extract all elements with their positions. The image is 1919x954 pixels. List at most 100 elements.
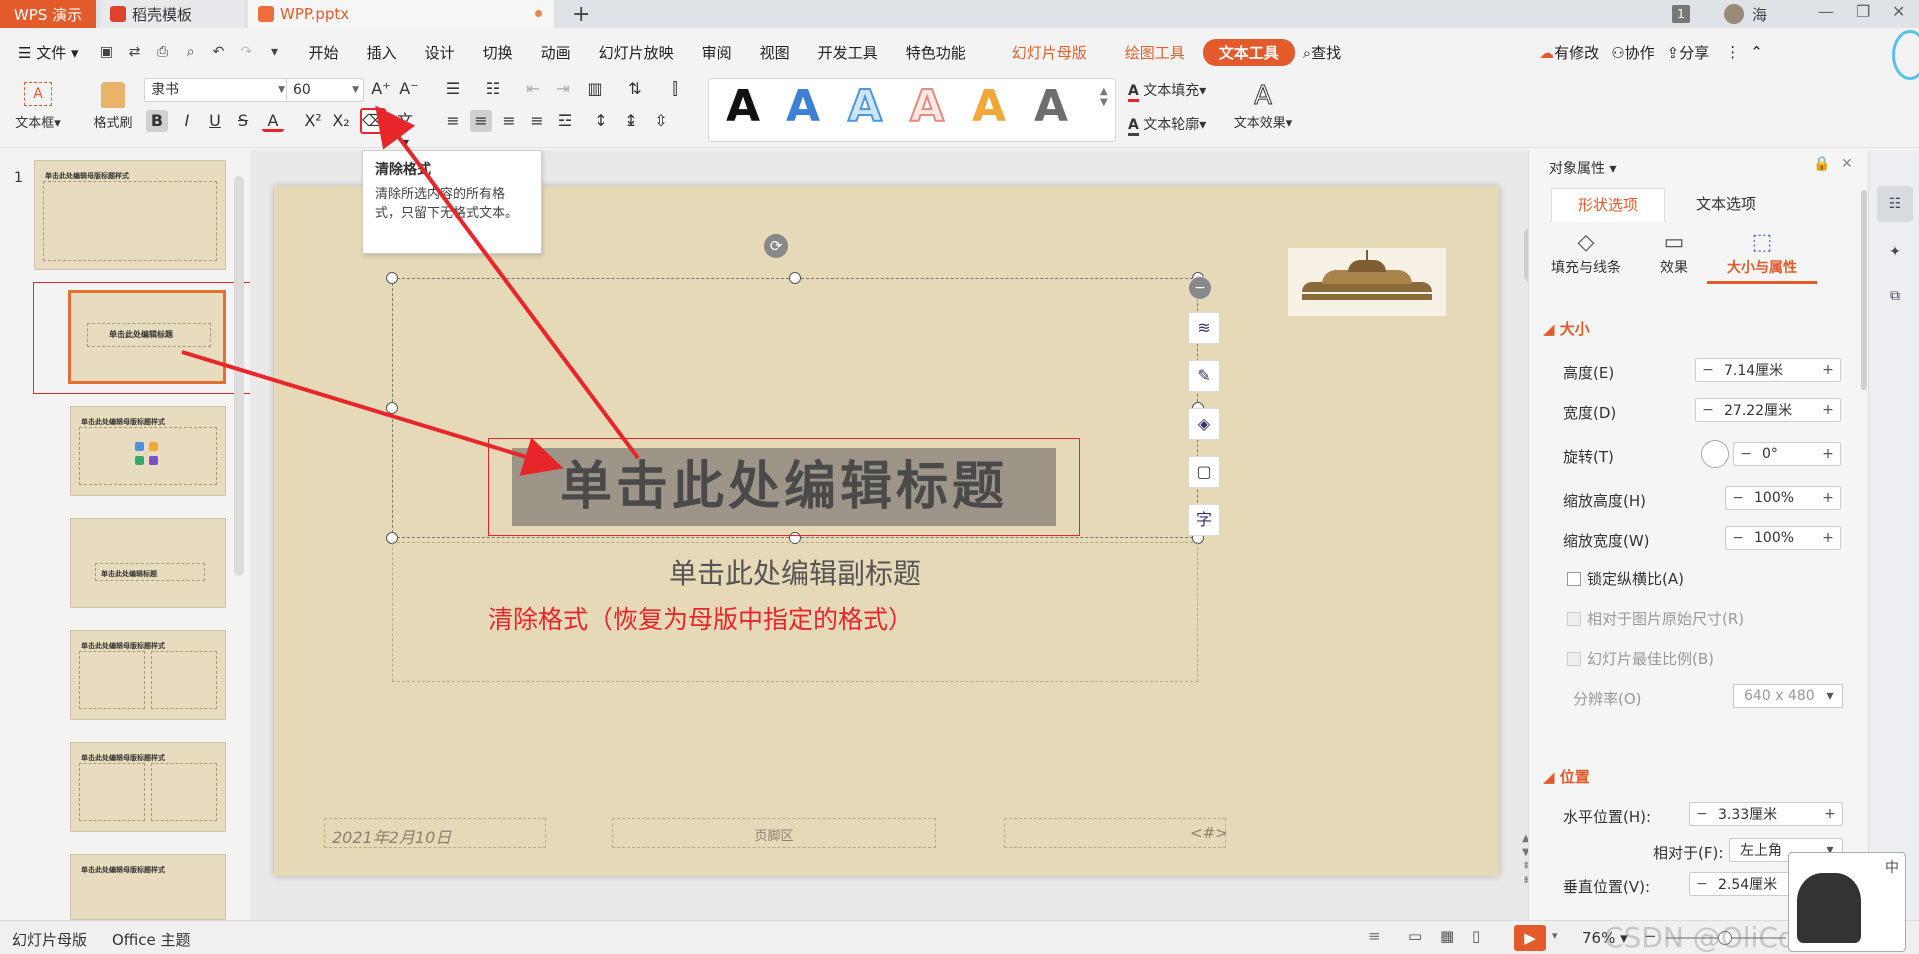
clear-format-button[interactable]: ⌫ [360, 108, 386, 134]
relative-original-checkbox[interactable]: 相对于图片原始尺寸(R) [1567, 608, 1744, 629]
increase-indent-icon[interactable]: ⇥ [552, 78, 574, 100]
menu-slideshow[interactable]: 幻灯片放映 [585, 42, 688, 63]
customize-toolbar-icon[interactable]: ▾ [266, 43, 284, 61]
columns-icon[interactable]: ▥ [584, 78, 606, 100]
resize-handle-tl[interactable] [386, 272, 398, 284]
collapse-tool-icon[interactable]: − [1188, 276, 1212, 300]
tab-text-options[interactable]: 文本选项 [1669, 188, 1783, 222]
tab-wps-app[interactable]: WPS 演示 [0, 0, 96, 28]
print-icon[interactable]: ⎙ [154, 43, 172, 61]
outline-tool-icon[interactable]: ▢ [1188, 456, 1220, 488]
panel-title[interactable]: 对象属性 ▾ [1549, 158, 1616, 178]
menu-developer[interactable]: 开发工具 [804, 42, 892, 63]
align-text-icon[interactable]: ⫿ [664, 78, 686, 100]
tab-template[interactable]: 稻壳模板 [100, 0, 244, 28]
menu-transition[interactable]: 切换 [469, 42, 527, 63]
restore-button[interactable]: ❐ [1856, 2, 1870, 21]
wordart-style-blue[interactable]: A [776, 82, 830, 132]
thumbnail-layout-5[interactable]: 单击此处编辑母版标题样式 [70, 630, 226, 720]
thumbnail-layout-4[interactable]: 单击此处编辑标题 [70, 518, 226, 608]
strikethrough-button[interactable]: S [232, 110, 254, 132]
resize-handle-l[interactable] [386, 402, 398, 414]
hpos-input[interactable]: −3.33厘米 + [1689, 802, 1843, 826]
status-mode[interactable]: 幻灯片母版 [12, 929, 87, 950]
close-window-button[interactable]: ✕ [1892, 2, 1905, 21]
size-props-subtab[interactable]: ⬚ 大小与属性 [1707, 230, 1817, 284]
increase-font-icon[interactable]: A⁺ [370, 78, 392, 100]
panel-scrollbar[interactable] [1861, 190, 1867, 390]
properties-icon[interactable]: ☷ [1877, 186, 1913, 222]
align-right-icon[interactable]: ≡ [498, 110, 520, 132]
notes-icon[interactable]: ≡ [1368, 927, 1381, 945]
slide-subtitle[interactable]: 单击此处编辑副标题 [394, 552, 1196, 592]
numbering-icon[interactable]: ☷ [482, 78, 504, 100]
thumbnail-master[interactable]: 单击此处编辑母版标题样式 [34, 160, 226, 270]
rotate-handle[interactable]: ⟳ [764, 234, 788, 258]
fill-tool-icon[interactable]: ◈ [1188, 408, 1220, 440]
more-options-icon[interactable]: ⋮ [1715, 43, 1750, 61]
undo-icon[interactable]: ↶ [210, 43, 228, 61]
style-icon[interactable]: ✦ [1877, 234, 1913, 270]
textbox-button[interactable]: A 文本框▾ [10, 82, 66, 142]
text-fill-button[interactable]: A 文本填充▾ [1128, 80, 1206, 102]
scale-width-input[interactable]: −100% + [1725, 526, 1841, 550]
distribute-icon[interactable]: ☲ [554, 110, 576, 132]
superscript-button[interactable]: X² [302, 110, 324, 132]
status-theme[interactable]: Office 主题 [112, 929, 191, 950]
play-options-icon[interactable]: ▾ [1552, 929, 1558, 942]
layers-tool-icon[interactable]: ≋ [1188, 312, 1220, 344]
file-menu[interactable]: ☰ 文件 ▾ [0, 42, 93, 63]
ime-mode[interactable]: 中 [1885, 857, 1899, 877]
text-direction-icon[interactable]: ⇅ [624, 78, 646, 100]
thumbnail-layout-7[interactable]: 单击此处编辑母版标题样式 [70, 854, 226, 920]
sync-icon[interactable]: ⇄ [126, 43, 144, 61]
fill-line-subtab[interactable]: ◇ 填充与线条 [1541, 230, 1631, 277]
save-icon[interactable]: ▣ [98, 43, 116, 61]
menu-view[interactable]: 视图 [746, 42, 804, 63]
rotate-dial[interactable] [1701, 440, 1729, 468]
wordart-style-gray[interactable]: A [1024, 82, 1078, 132]
width-input[interactable]: −27.22厘米 + [1695, 398, 1841, 422]
wordart-style-orange[interactable]: A [962, 82, 1016, 132]
thumbnail-title-layout[interactable]: 单击此处编辑标题 [68, 290, 226, 384]
position-section-header[interactable]: ◢ 位置 [1543, 766, 1590, 787]
align-left-icon[interactable]: ≡ [442, 110, 464, 132]
gallery-scroll-icon[interactable]: ▲ ▼ [1100, 86, 1108, 108]
select-icon[interactable]: ⧉ [1877, 278, 1913, 314]
collab-button[interactable]: ⚇协作 [1605, 42, 1660, 63]
font-size-select[interactable]: 60 ▼ [286, 78, 364, 102]
style-brush-tool-icon[interactable]: ✎ [1188, 360, 1220, 392]
height-input[interactable]: −7.14厘米 + [1695, 358, 1841, 382]
reading-view-icon[interactable]: ▯ [1472, 927, 1480, 945]
sorter-view-icon[interactable]: ▦ [1440, 927, 1454, 945]
menu-start[interactable]: 开始 [295, 42, 353, 63]
tab-shape-options[interactable]: 形状选项 [1551, 188, 1665, 222]
bold-button[interactable]: B [146, 110, 168, 132]
best-scale-checkbox[interactable]: 幻灯片最佳比例(B) [1567, 648, 1714, 669]
menu-slide-master[interactable]: 幻灯片母版 [998, 42, 1101, 63]
text-outline-button[interactable]: A 文本轮廓▾ [1128, 114, 1206, 136]
slide-title[interactable]: 单击此处编辑标题 [512, 448, 1056, 526]
ime-widget[interactable]: 中 [1788, 852, 1906, 952]
print-preview-icon[interactable]: ⌕ [182, 43, 200, 61]
collapse-ribbon-icon[interactable]: ⌃ [1750, 43, 1763, 61]
tab-file[interactable]: WPP.pptx [248, 0, 554, 28]
resize-handle-t[interactable] [789, 272, 801, 284]
justify-icon[interactable]: ≡ [526, 110, 548, 132]
text-tool-icon[interactable]: 字 [1188, 504, 1220, 536]
search-menu[interactable]: ⌕查找 [1295, 42, 1355, 63]
new-tab-button[interactable]: + [572, 2, 590, 27]
resolution-select[interactable]: 640 x 480 ▾ [1733, 684, 1843, 708]
close-panel-icon[interactable]: ✕ [1841, 156, 1853, 172]
menu-drawing-tools[interactable]: 绘图工具 [1111, 42, 1199, 63]
format-painter-button[interactable]: 格式刷 [88, 82, 138, 142]
phonetic-guide-button[interactable]: 文▾ [394, 110, 416, 152]
italic-button[interactable]: I [176, 110, 198, 132]
modified-status[interactable]: ☁有修改 [1533, 42, 1605, 63]
rotate-input[interactable]: −0° + [1733, 442, 1841, 466]
scale-height-input[interactable]: −100% + [1725, 486, 1841, 510]
line-spacing-more-icon[interactable]: ⇳ [650, 110, 672, 132]
menu-insert[interactable]: 插入 [353, 42, 411, 63]
menu-animation[interactable]: 动画 [527, 42, 585, 63]
align-center-icon[interactable]: ≡ [470, 110, 492, 132]
